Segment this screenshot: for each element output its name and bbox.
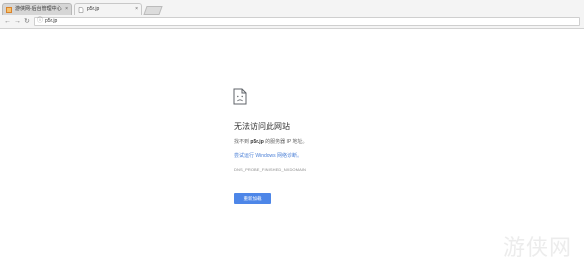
close-icon[interactable]: × — [65, 4, 68, 15]
tab-p5r[interactable]: p5r.jp × — [74, 3, 142, 15]
watermark: 游侠网 — [503, 230, 579, 268]
info-icon[interactable]: ⓘ — [37, 18, 43, 25]
close-icon[interactable]: × — [135, 4, 138, 15]
error-title: 无法访问此网站 — [234, 122, 290, 131]
network-diagnostics-link[interactable]: 尝试运行 Windows 网络诊断。 — [234, 152, 302, 159]
desc-prefix: 找不到 — [234, 139, 250, 145]
desc-suffix: 的服务器 IP 地址。 — [265, 139, 308, 145]
error-host: p5r.jp — [250, 139, 264, 145]
toolbar: ← → ↻ ⓘ p5r.jp — [0, 15, 584, 29]
reload-button[interactable]: 重新加载 — [234, 193, 271, 204]
reload-icon[interactable]: ↻ — [24, 17, 30, 26]
error-code: DNS_PROBE_FINISHED_NXDOMAIN — [234, 167, 307, 172]
page-favicon-icon — [78, 7, 84, 13]
url-text[interactable]: p5r.jp — [45, 18, 57, 25]
title-bar: 游侠网-后台管理中心 × p5r.jp × — [0, 0, 584, 15]
forward-icon[interactable]: → — [14, 17, 21, 26]
tab-label: 游侠网-后台管理中心 — [15, 6, 62, 12]
back-icon[interactable]: ← — [4, 17, 11, 26]
site-favicon-icon — [6, 7, 12, 13]
sad-page-icon — [233, 88, 247, 105]
address-bar[interactable]: ⓘ p5r.jp — [34, 17, 580, 26]
watermark-logo: 游侠网 — [503, 236, 573, 261]
tab-label: p5r.jp — [87, 6, 100, 12]
new-tab-button[interactable] — [143, 6, 163, 15]
error-description: 找不到 p5r.jp 的服务器 IP 地址。 — [234, 138, 308, 145]
tab-admin[interactable]: 游侠网-后台管理中心 × — [2, 3, 72, 15]
